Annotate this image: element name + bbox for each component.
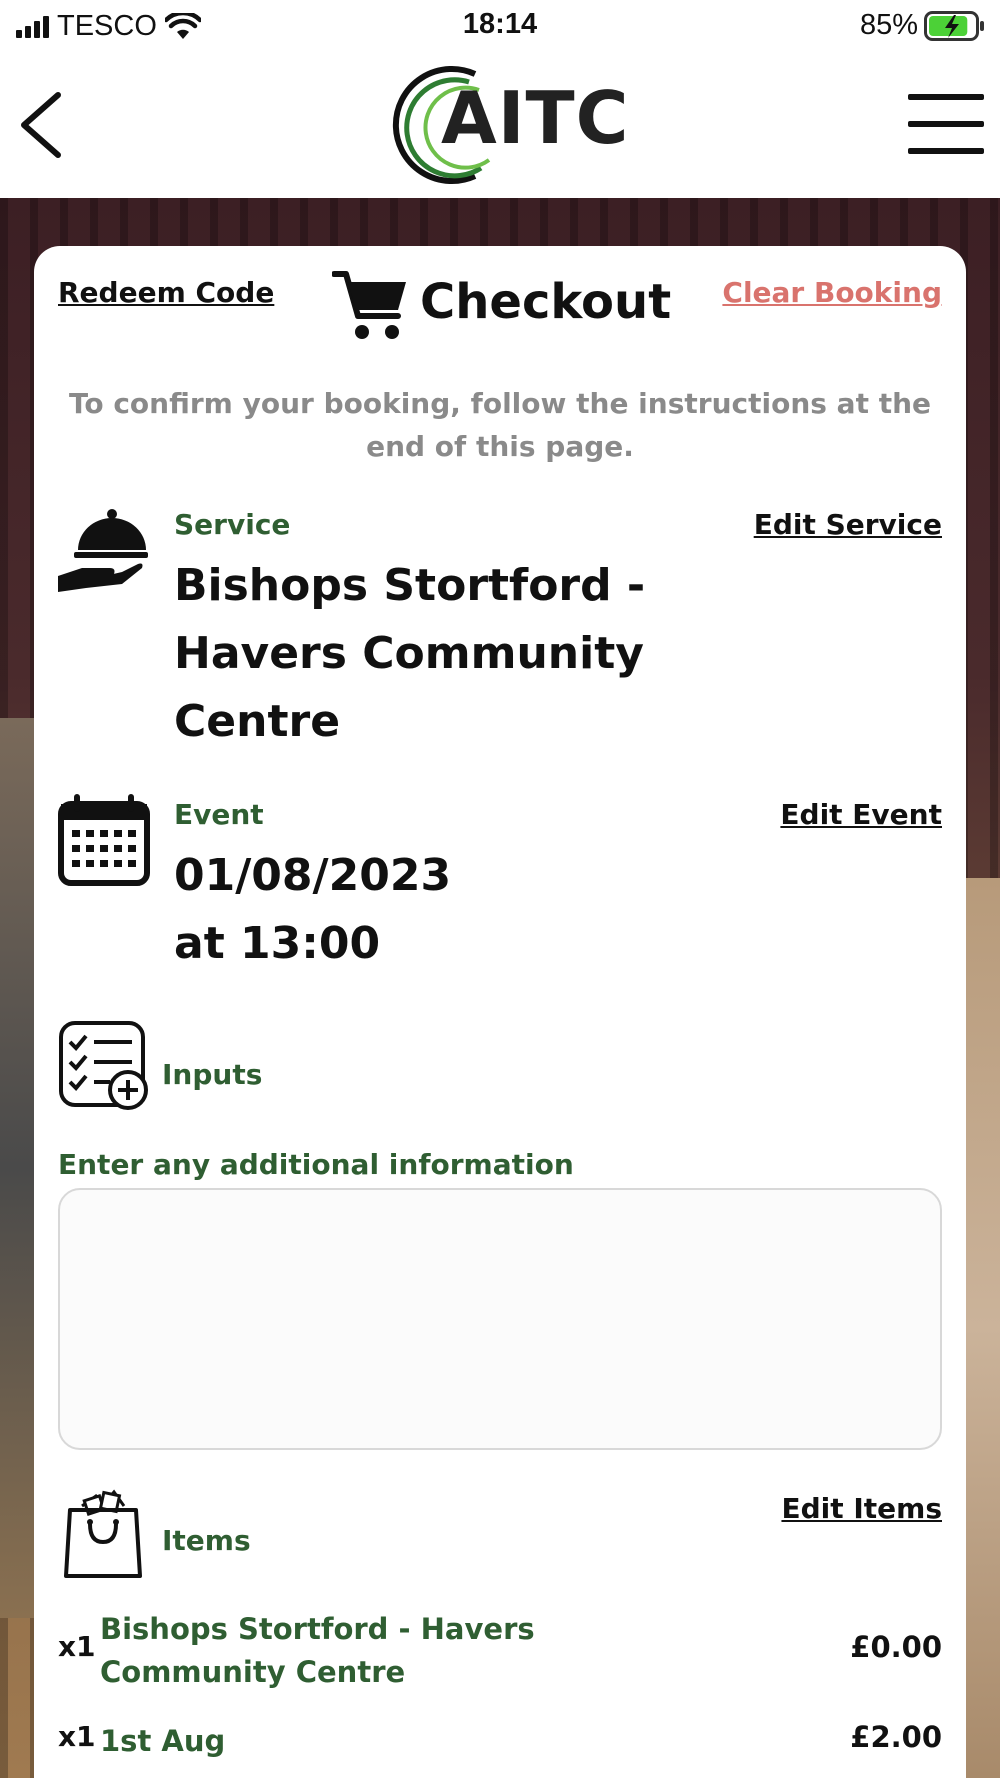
instructions-text: To confirm your booking, follow the inst… <box>68 387 932 463</box>
item-price: £2.00 <box>850 1720 942 1754</box>
back-button[interactable] <box>14 87 70 163</box>
event-label: Event <box>174 798 264 831</box>
item-row: x1 Bishops Stortford - Havers Community … <box>58 1608 942 1698</box>
clear-booking-link[interactable]: Clear Booking <box>722 276 942 309</box>
service-label: Service <box>174 508 291 541</box>
item-price: £0.00 <box>850 1630 942 1664</box>
service-cloche-icon <box>58 509 148 592</box>
menu-button[interactable] <box>908 94 984 154</box>
edit-event-link[interactable]: Edit Event <box>780 798 942 831</box>
items-label: Items <box>162 1524 251 1557</box>
logo-text: AITC <box>441 76 630 160</box>
event-date: 01/08/2023 <box>174 850 452 901</box>
battery-percent: 85% <box>859 9 918 41</box>
additional-info-label: Enter any additional information <box>58 1148 574 1181</box>
hamburger-menu-icon <box>908 94 984 100</box>
item-row: x1 1st Aug £2.00 <box>58 1720 942 1770</box>
edit-items-link[interactable]: Edit Items <box>781 1492 942 1525</box>
additional-info-field[interactable] <box>58 1188 942 1450</box>
item-qty: x1 <box>58 1630 96 1663</box>
page-title: Checkout <box>420 274 672 330</box>
service-name-line: Bishops Stortford - <box>174 560 646 611</box>
redeem-code-link[interactable]: Redeem Code <box>58 276 274 309</box>
clock: 18:14 <box>462 8 538 40</box>
item-qty: x1 <box>58 1720 96 1753</box>
checklist-add-icon <box>59 1021 148 1110</box>
app-header: AITC <box>0 52 1000 198</box>
checkout-card: Redeem Code Checkout Clear Booking To co… <box>34 246 966 1778</box>
edit-service-link[interactable]: Edit Service <box>754 508 942 541</box>
chevron-left-icon <box>21 92 61 158</box>
aitc-logo[interactable]: AITC <box>385 62 628 188</box>
item-name: Bishops Stortford - Havers Community Cen… <box>100 1612 535 1689</box>
inputs-label: Inputs <box>162 1058 263 1091</box>
battery-group: 85% <box>860 9 986 42</box>
status-bar: TESCO 18:14 85% <box>0 0 1000 52</box>
event-time: at 13:00 <box>174 918 381 969</box>
calendar-icon <box>58 794 150 886</box>
cart-icon <box>332 271 406 339</box>
battery-icon <box>924 10 984 41</box>
item-name: 1st Aug <box>100 1724 226 1758</box>
service-name-line: Centre <box>174 696 341 747</box>
shopping-bag-icon <box>64 1489 142 1578</box>
service-name-line: Havers Community <box>174 628 644 679</box>
